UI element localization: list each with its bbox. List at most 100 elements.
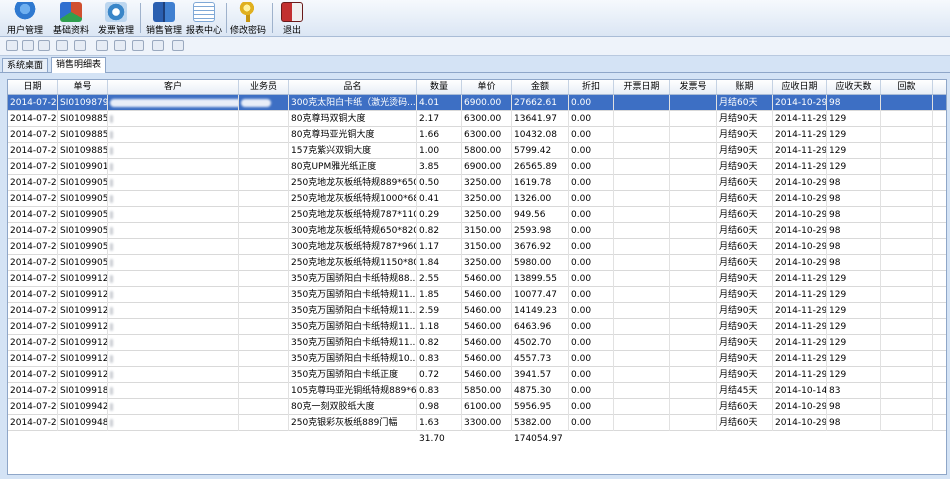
column-header[interactable]: 应收日期 — [773, 80, 827, 94]
sales-detail-table: 日期 单号 客户 业务员 品名 数量 单价 金额 折扣 开票日期 发票号 账期 应收日期 应收天数 回款 2… — [7, 79, 947, 475]
cell-product: 350克万国骄阳白卡纸特规11... — [289, 303, 417, 319]
cell-term: 月结90天 — [717, 351, 773, 367]
column-header[interactable]: 日期 — [8, 80, 58, 94]
column-header[interactable]: 发票号 — [670, 80, 717, 94]
column-header[interactable]: 数量 — [417, 80, 462, 94]
column-header[interactable]: 账期 — [717, 80, 773, 94]
table-row[interactable]: 2014-07-23 SI0109905 250克地龙灰板纸特规889*650 0.5… — [8, 175, 946, 191]
cell-customer-redacted — [108, 159, 239, 175]
cell-days: 98 — [827, 95, 881, 111]
cell-discount: 0.00 — [569, 95, 614, 111]
column-header[interactable]: 金额 — [512, 80, 569, 94]
cell-amount: 26565.89 — [512, 159, 569, 175]
table-row[interactable]: 2014-07-23 SI0109912 350克万国骄阳白卡纸特规11... 1.1… — [8, 319, 946, 335]
table-row[interactable]: 2014-07-23 SI0109879 300克太阳白卡纸（激光烫码... 4.01… — [8, 95, 946, 111]
table-row[interactable]: 2014-07-23 SI0109905 300克地龙灰板纸特规650*820 0.8… — [8, 223, 946, 239]
column-header[interactable]: 品名 — [289, 80, 417, 94]
cell-discount: 0.00 — [569, 239, 614, 255]
tab-sales-detail[interactable]: 销售明细表 — [51, 57, 107, 73]
table-row[interactable]: 2014-07-23 SI0109901 80克UPM雅光纸正度 3.85 6900.0… — [8, 159, 946, 175]
cell-empty — [614, 111, 670, 127]
cell-term: 月结60天 — [717, 239, 773, 255]
cell-empty — [670, 175, 717, 191]
cell-product: 250克地龙灰板纸特规889*650 — [289, 175, 417, 191]
cell-days: 129 — [827, 287, 881, 303]
print-icon[interactable] — [114, 40, 126, 51]
user-management-button[interactable]: 用户管理 — [3, 0, 47, 36]
table-row[interactable]: 2014-07-23 SI0109912 350克万国骄阳白卡纸特规11... 2.5… — [8, 303, 946, 319]
cell-amount: 5980.00 — [512, 255, 569, 271]
cell-discount: 0.00 — [569, 303, 614, 319]
table-row[interactable]: 2014-07-23 SI0109942 80克一刻双胶纸大度 0.98 6100.00… — [8, 399, 946, 415]
edit-icon[interactable] — [38, 40, 50, 51]
cell-days: 98 — [827, 175, 881, 191]
cell-term: 月结60天 — [717, 175, 773, 191]
cell-amount: 3676.92 — [512, 239, 569, 255]
copy-icon[interactable] — [132, 40, 144, 51]
cell-empty — [881, 367, 933, 383]
redacted-text — [110, 210, 113, 219]
cell-date: 2014-07-23 — [8, 351, 58, 367]
invoice-management-button[interactable]: 发票管理 — [94, 0, 138, 36]
save-icon[interactable] — [22, 40, 34, 51]
table-row[interactable]: 2014-07-23 SI0109948 250克银彩灰板纸889门幅 1.63 330… — [8, 415, 946, 431]
table-row[interactable]: 2014-07-23 SI0109912 350克万国骄阳白卡纸特规10... 0.8… — [8, 351, 946, 367]
cell-due: 2014-10-29 — [773, 175, 827, 191]
cell-due: 2014-11-29 — [773, 319, 827, 335]
table-row[interactable]: 2014-07-23 SI0109885 80克尊玛亚光铜大度 1.66 6300.00… — [8, 127, 946, 143]
cell-empty — [670, 271, 717, 287]
column-header[interactable]: 客户 — [108, 80, 239, 94]
cell-customer-redacted — [108, 335, 239, 351]
column-header[interactable]: 开票日期 — [614, 80, 670, 94]
cell-customer-redacted — [108, 239, 239, 255]
table-row[interactable]: 2014-07-23 SI0109885 157克紫兴双铜大度 1.00 5800.00… — [8, 143, 946, 159]
column-header[interactable]: 回款 — [881, 80, 933, 94]
cell-due: 2014-10-29 — [773, 399, 827, 415]
table-row[interactable]: 2014-07-23 SI0109912 350克万国骄阳白卡纸特规11... 1.8… — [8, 287, 946, 303]
cell-price: 5460.00 — [462, 287, 512, 303]
table-row[interactable]: 2014-07-23 SI0109905 250克地龙灰板纸特规1000*680 0.… — [8, 191, 946, 207]
table-row[interactable]: 2014-07-23 SI0109912 350克万国骄阳白卡纸特规88... 2.5… — [8, 271, 946, 287]
delete-icon[interactable] — [56, 40, 68, 51]
cell-term: 月结90天 — [717, 335, 773, 351]
column-header[interactable]: 业务员 — [239, 80, 289, 94]
cell-customer-redacted — [108, 223, 239, 239]
change-password-button[interactable]: 修改密码 — [228, 0, 268, 36]
cell-empty — [614, 303, 670, 319]
new-icon[interactable] — [6, 40, 18, 51]
cell-empty — [670, 111, 717, 127]
cell-no: SI0109912 — [58, 319, 108, 335]
basic-data-button[interactable]: 基础资料 — [50, 0, 92, 36]
cell-date: 2014-07-23 — [8, 367, 58, 383]
redacted-text — [110, 338, 113, 347]
cell-qty: 0.82 — [417, 223, 462, 239]
cell-salesperson-redacted — [239, 143, 289, 159]
export-icon[interactable] — [152, 40, 164, 51]
sales-management-button[interactable]: 销售管理 — [142, 0, 186, 36]
column-header[interactable]: 应收天数 — [827, 80, 881, 94]
table-row[interactable]: 2014-07-23 SI0109912 350克万国骄阳白卡纸正度 0.72 5460… — [8, 367, 946, 383]
cell-due: 2014-11-29 — [773, 271, 827, 287]
search-icon[interactable] — [74, 40, 86, 51]
tab-desktop[interactable]: 系统桌面 — [2, 58, 49, 72]
table-row[interactable]: 2014-07-23 SI0109905 250克地龙灰板纸特规787*1100 0.… — [8, 207, 946, 223]
cell-empty — [881, 175, 933, 191]
column-header[interactable]: 折扣 — [569, 80, 614, 94]
cell-no: SI0109905 — [58, 207, 108, 223]
table-row[interactable]: 2014-07-23 SI0109912 350克万国骄阳白卡纸特规11... 0.8… — [8, 335, 946, 351]
table-row[interactable]: 2014-07-23 SI0109905 250克地龙灰板纸特规1150*800 1.… — [8, 255, 946, 271]
cell-days: 129 — [827, 351, 881, 367]
preview-icon[interactable] — [96, 40, 108, 51]
exit-button[interactable]: 退出 — [276, 0, 308, 36]
table-row[interactable]: 2014-07-23 SI0109885 80克尊玛双铜大度 2.17 6300.00 1… — [8, 111, 946, 127]
column-header[interactable]: 单号 — [58, 80, 108, 94]
cell-qty: 0.98 — [417, 399, 462, 415]
cell-customer-redacted — [108, 127, 239, 143]
settings-icon[interactable] — [172, 40, 184, 51]
cell-date: 2014-07-23 — [8, 95, 58, 111]
column-header[interactable]: 单价 — [462, 80, 512, 94]
cell-days: 98 — [827, 255, 881, 271]
table-row[interactable]: 2014-07-23 SI0109918 105克尊玛亚光铜纸特规889*620 0.… — [8, 383, 946, 399]
table-row[interactable]: 2014-07-23 SI0109905 300克地龙灰板纸特规787*960 1.1… — [8, 239, 946, 255]
report-center-button[interactable]: 报表中心 — [182, 0, 226, 36]
